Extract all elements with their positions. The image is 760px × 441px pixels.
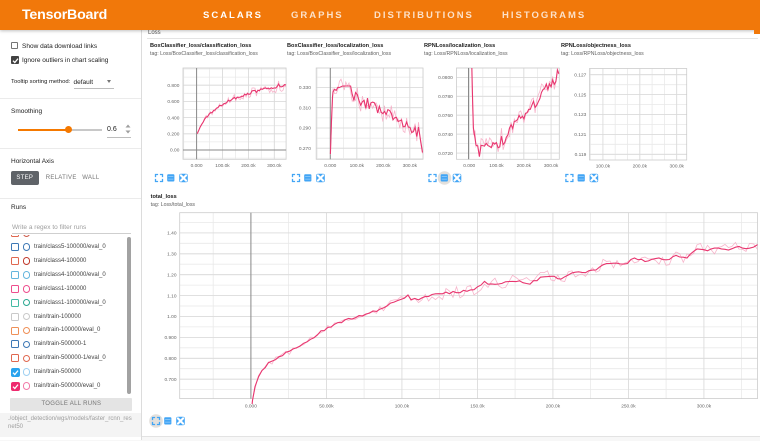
svg-text:0.127: 0.127 <box>574 72 586 78</box>
svg-text:1.30: 1.30 <box>167 252 177 258</box>
svg-text:0.00: 0.00 <box>170 148 180 154</box>
svg-text:0.000: 0.000 <box>463 163 475 169</box>
svg-text:0.0780: 0.0780 <box>438 94 453 100</box>
svg-text:0.000: 0.000 <box>245 403 257 409</box>
svg-text:0.400: 0.400 <box>167 115 179 121</box>
svg-text:1.00: 1.00 <box>167 314 177 320</box>
svg-text:0.0800: 0.0800 <box>438 75 453 81</box>
svg-text:0.800: 0.800 <box>167 83 179 89</box>
svg-text:300.0k: 300.0k <box>697 403 712 409</box>
svg-text:100.0k: 100.0k <box>215 163 230 169</box>
svg-text:0.800: 0.800 <box>164 356 176 362</box>
svg-text:0.330: 0.330 <box>299 85 311 91</box>
svg-text:200.0k: 200.0k <box>546 403 561 409</box>
svg-text:200.0k: 200.0k <box>241 163 256 169</box>
svg-text:100.0k: 100.0k <box>596 164 611 170</box>
svg-text:1.40: 1.40 <box>167 231 177 237</box>
svg-text:0.125: 0.125 <box>574 92 586 98</box>
svg-text:0.310: 0.310 <box>299 105 311 111</box>
svg-text:0.0720: 0.0720 <box>438 151 453 157</box>
svg-text:0.0740: 0.0740 <box>438 132 453 138</box>
svg-text:0.700: 0.700 <box>164 377 176 383</box>
svg-text:0.200: 0.200 <box>167 132 179 138</box>
svg-text:100.0k: 100.0k <box>489 163 504 169</box>
svg-text:200.0k: 200.0k <box>376 163 391 169</box>
svg-text:0.000: 0.000 <box>324 163 336 169</box>
svg-text:1.20: 1.20 <box>167 272 177 278</box>
svg-text:0.600: 0.600 <box>167 99 179 105</box>
svg-text:0.900: 0.900 <box>164 335 176 341</box>
svg-text:300.0k: 300.0k <box>403 163 418 169</box>
svg-text:100.0k: 100.0k <box>350 163 365 169</box>
svg-text:0.121: 0.121 <box>574 132 586 138</box>
svg-text:200.0k: 200.0k <box>517 163 532 169</box>
svg-text:0.119: 0.119 <box>575 152 587 158</box>
svg-text:50.00k: 50.00k <box>319 403 334 409</box>
svg-text:0.0760: 0.0760 <box>438 113 453 119</box>
svg-text:300.0k: 300.0k <box>544 163 559 169</box>
svg-text:150.0k: 150.0k <box>470 403 485 409</box>
svg-text:0.270: 0.270 <box>299 146 311 152</box>
svg-text:300.0k: 300.0k <box>267 163 282 169</box>
svg-text:250.0k: 250.0k <box>621 403 636 409</box>
svg-text:0.290: 0.290 <box>299 126 311 132</box>
svg-text:200.0k: 200.0k <box>633 164 648 170</box>
svg-text:1.10: 1.10 <box>167 293 177 299</box>
svg-text:0.000: 0.000 <box>191 163 203 169</box>
svg-text:100.0k: 100.0k <box>395 403 410 409</box>
svg-text:300.0k: 300.0k <box>669 164 684 170</box>
svg-text:0.123: 0.123 <box>574 112 586 118</box>
